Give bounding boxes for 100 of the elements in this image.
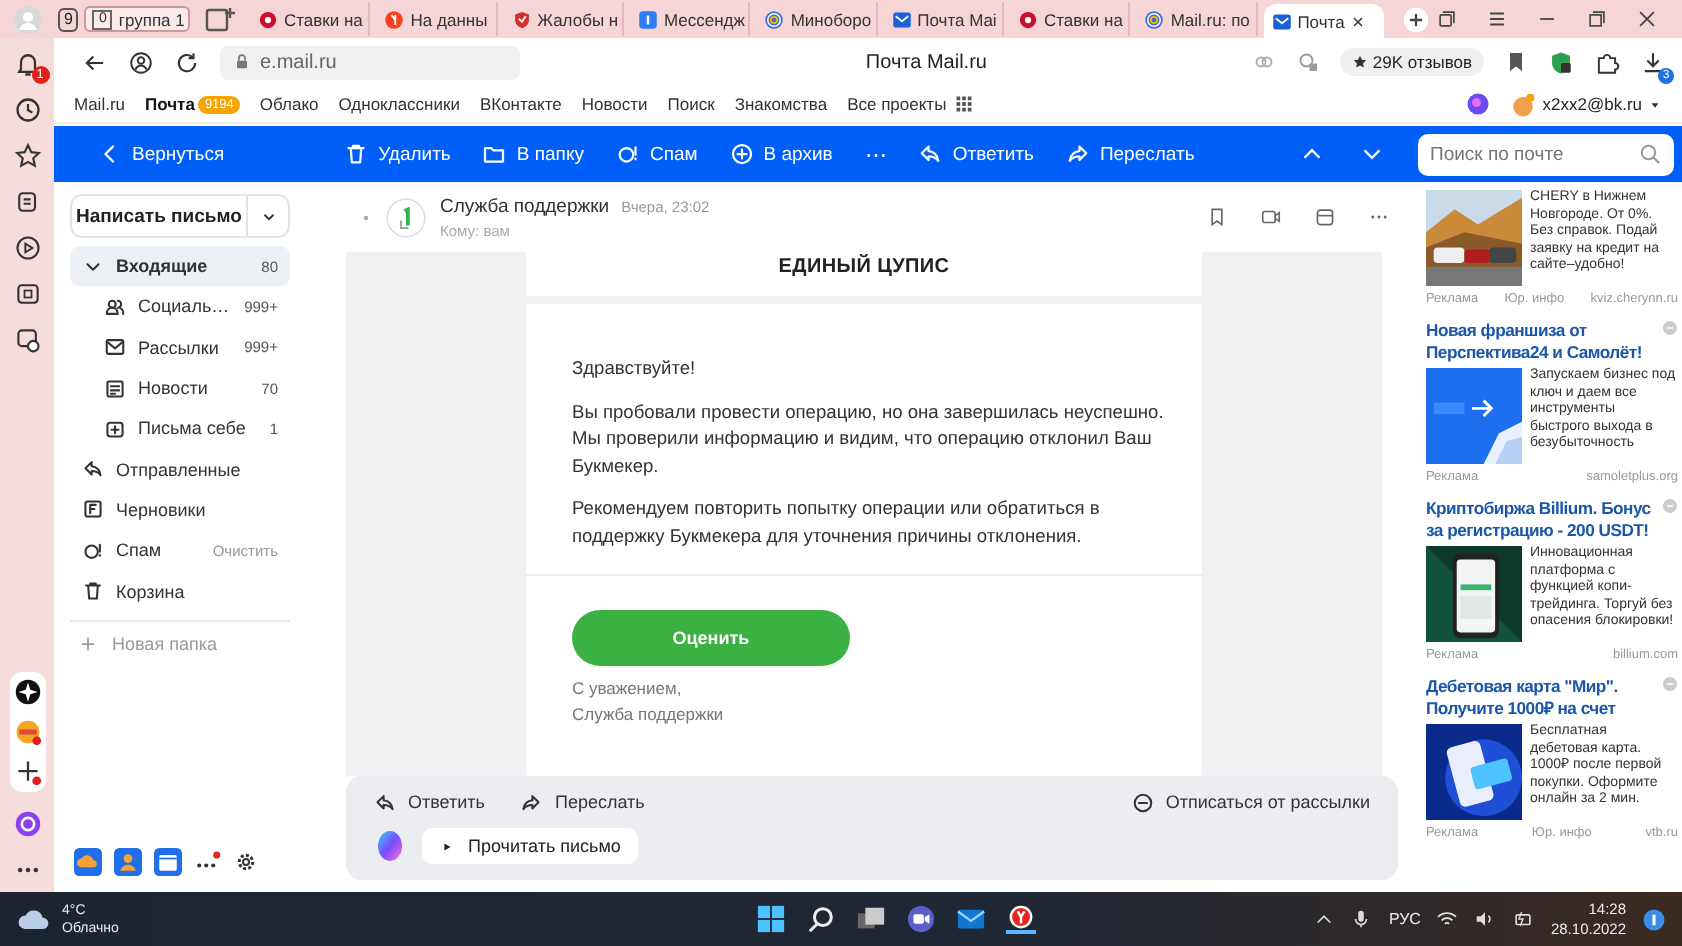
archive-icon (729, 142, 754, 166)
wifi-icon[interactable] (1436, 908, 1459, 930)
assistant-icon[interactable] (1466, 92, 1491, 116)
profile-icon (12, 3, 44, 35)
video-icon[interactable] (1260, 206, 1282, 228)
close-icon[interactable] (1636, 8, 1658, 30)
apps-grid-icon[interactable] (954, 94, 975, 114)
menu-icon[interactable] (1486, 8, 1508, 30)
new-group-icon[interactable] (203, 3, 236, 35)
reviews-button[interactable]: 29K отзывов (1340, 48, 1484, 76)
forward-icon (1065, 142, 1090, 166)
calendar-app-icon[interactable] (154, 848, 182, 876)
tab[interactable]: Миноборо (756, 2, 878, 36)
compass-icon[interactable] (13, 678, 41, 706)
language-indicator[interactable]: РУС (1388, 910, 1421, 928)
tab[interactable]: Мессендж (629, 2, 751, 36)
bookmark-icon[interactable] (1504, 50, 1528, 74)
archive-button[interactable]: В архив (713, 132, 849, 176)
folder-button[interactable]: В папку (466, 132, 600, 176)
history-icon[interactable] (13, 96, 41, 124)
add-icon[interactable] (13, 758, 41, 786)
ad-title-link[interactable]: Дебетовая карта "Мир". Получите 1000₽ на счет (1426, 676, 1678, 718)
read-aloud-button[interactable]: Прочитать письмо (422, 828, 639, 865)
tab[interactable]: Почта (1263, 4, 1384, 38)
folder-item[interactable]: Корзина (70, 570, 290, 612)
tab-count-button[interactable]: 9 (58, 7, 79, 31)
portal-link[interactable]: Одноклассники (338, 94, 460, 114)
folder-label: Входящие (116, 256, 208, 277)
tab[interactable]: Ставки на (249, 2, 371, 36)
spam-icon (615, 142, 640, 166)
new-tab-icon[interactable] (1402, 5, 1430, 33)
tab[interactable]: Жалобы н (503, 2, 624, 36)
address-field[interactable]: e.mail.ru (220, 45, 520, 79)
unsubscribe-button[interactable]: Отписаться от рассылки (1131, 791, 1370, 814)
microphone-icon[interactable] (1350, 908, 1373, 930)
task-view-icon[interactable] (855, 904, 886, 934)
reply-button[interactable]: Ответить (902, 132, 1050, 176)
reload-icon[interactable] (174, 49, 200, 75)
more-button[interactable]: ⋯ (848, 132, 903, 176)
people-icon (104, 295, 126, 318)
delete-button[interactable]: Удалить (328, 132, 467, 176)
bookmark-icon[interactable] (1206, 206, 1228, 228)
volume-icon[interactable] (1474, 908, 1497, 930)
folder-item[interactable]: Отправленные (70, 448, 290, 490)
forward-button[interactable]: Переслать (520, 791, 645, 814)
start-icon[interactable] (755, 904, 786, 934)
close-icon[interactable] (1350, 13, 1367, 29)
contacts-app-icon[interactable] (114, 848, 142, 876)
account-button[interactable]: x2xx2@bk.ru (1510, 91, 1662, 117)
bell-icon[interactable] (13, 50, 41, 78)
shield-icon (511, 9, 532, 29)
calendar-icon[interactable] (1314, 206, 1336, 228)
trash-icon (344, 142, 369, 166)
paragraph: Вы пробовали провести операцию, но она завершилась неуспешно. Мы проверили информацию и видим, что операцию отклонил Ваш Букмекер. (572, 399, 1166, 480)
minus-circle-icon (1131, 791, 1154, 814)
chat-icon[interactable] (905, 904, 936, 934)
play-icon[interactable] (13, 234, 41, 262)
reply-icon (374, 791, 396, 814)
browser-app-icon[interactable] (1005, 904, 1036, 934)
ad-title-link[interactable]: Новая франшиза от Перспектива24 и Самолёт! (1426, 320, 1678, 362)
notification-icon[interactable] (1642, 907, 1667, 931)
tab[interactable]: Почта Mai (883, 2, 1004, 36)
reply-button[interactable]: Ответить (374, 791, 485, 814)
battery-icon[interactable] (1512, 908, 1535, 930)
portal-link[interactable]: ВКонтакте (479, 94, 562, 114)
shield-icon[interactable] (1548, 49, 1574, 75)
tab[interactable]: Mail.ru: по (1136, 2, 1258, 36)
cloud-app-icon[interactable] (74, 848, 102, 876)
assistant-icon[interactable] (13, 810, 41, 838)
lock-icon (232, 52, 252, 72)
folder-label: Спам (116, 540, 162, 561)
portal-link[interactable]: Все проекты (847, 94, 947, 114)
assistant-orb-icon[interactable] (374, 830, 406, 863)
folder-item[interactable]: Черновики (70, 489, 290, 531)
collections-icon[interactable] (1436, 8, 1458, 30)
notes-icon[interactable] (13, 188, 41, 216)
ad-title-link[interactable]: Криптобиржа Billium. Бонус за регистрацию - 200 USDT! (1426, 498, 1678, 540)
search-icon[interactable] (805, 904, 836, 934)
signature-line: Служба поддержки (572, 702, 726, 728)
portal-link[interactable]: Знакомства (734, 94, 828, 114)
restore-icon[interactable] (1586, 8, 1608, 30)
spam-button[interactable]: Спам (599, 132, 714, 176)
portal-link[interactable]: Поиск (667, 94, 715, 114)
puzzle-icon[interactable] (1594, 49, 1620, 75)
folder-label: Письма себе (138, 418, 246, 439)
search-field[interactable]: Поиск по почте (1418, 133, 1674, 175)
tab[interactable]: Ставки на (1010, 2, 1131, 36)
account-icon[interactable] (128, 49, 154, 75)
tab[interactable]: На данны (376, 2, 498, 36)
portal-link[interactable]: Mail.ru (74, 94, 126, 114)
forward-button[interactable]: Переслать (1049, 132, 1211, 176)
screen-record-icon[interactable] (13, 326, 41, 354)
back-button[interactable]: Вернуться (82, 132, 241, 176)
portal-link[interactable]: Облако (259, 94, 319, 114)
star-icon[interactable] (13, 142, 41, 170)
portal-link[interactable]: Новости (581, 94, 648, 114)
mail-app-icon[interactable] (955, 904, 986, 934)
play-icon (440, 839, 454, 854)
settings-icon[interactable] (234, 850, 258, 874)
folder-label: Корзина (116, 581, 185, 602)
